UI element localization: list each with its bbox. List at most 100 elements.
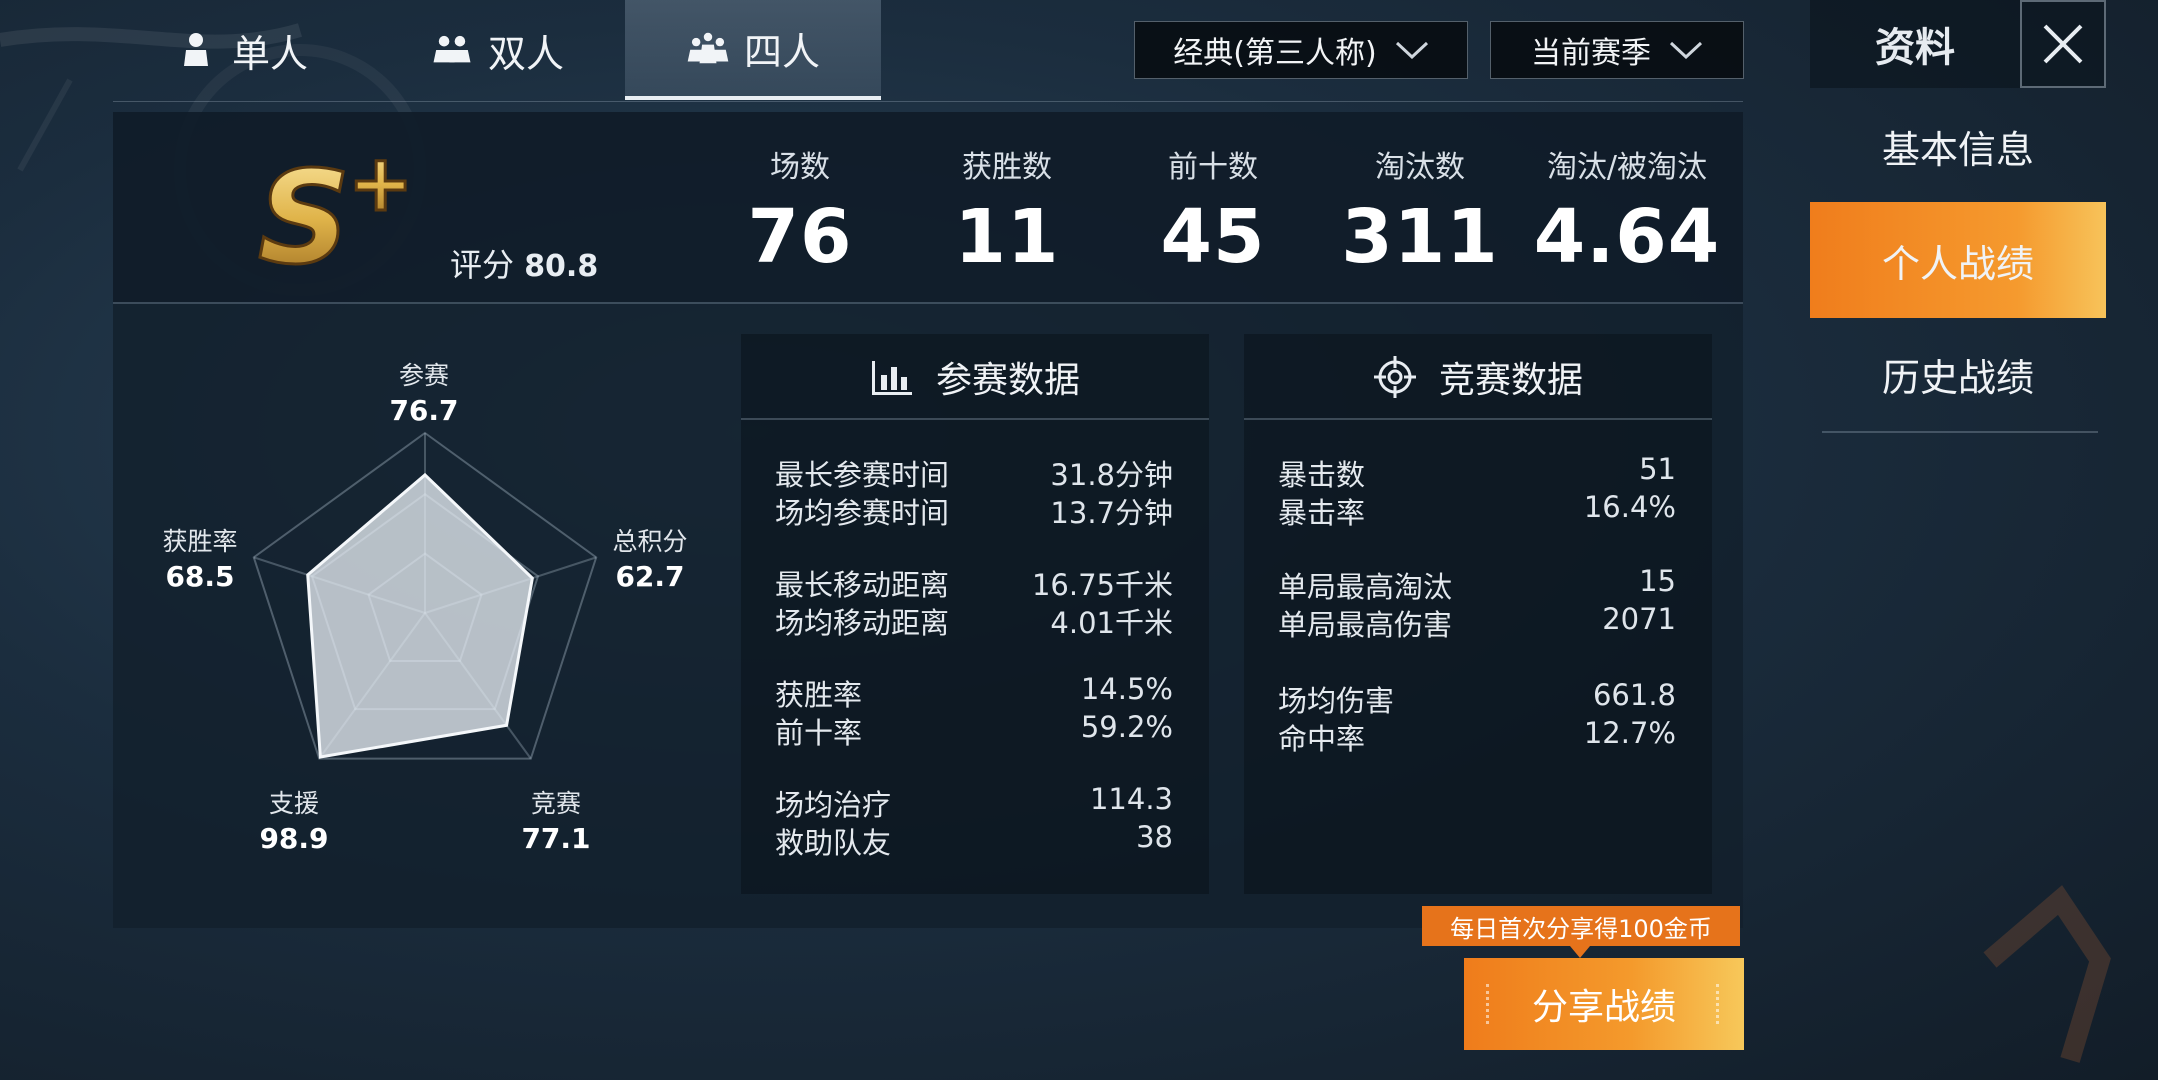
competition-title: 竞赛数据 [1438,360,1583,401]
radar-axis-value: 98.9 [259,822,329,855]
stat-wins: 获胜数 11 [897,142,1117,280]
data-label: 最长移动距离 [775,568,950,602]
tab-single[interactable]: 单人 [113,0,369,100]
tab-label: 单人 [231,31,308,76]
data-row: 场均伤害 661.8 [1278,678,1676,720]
data-label: 单局最高淘汰 [1278,570,1453,604]
data-value: 31.8分钟 [1050,458,1173,492]
data-label: 单局最高伤害 [1278,608,1453,642]
stat-value: 4.64 [1533,194,1721,280]
rank-badge-plus: + [348,140,413,229]
share-button-label: 分享战绩 [1531,987,1676,1028]
stat-value: 311 [1341,194,1499,280]
competition-data-box: 竞赛数据 暴击数 51 暴击率 16.4% 单局最高淘汰 15 单局最高伤害 2071 … [1244,334,1712,894]
tab-duo[interactable]: 双人 [369,0,625,100]
data-row: 获胜率 14.5% [775,672,1173,714]
data-row: 最长移动距离 16.75千米 [775,562,1173,604]
participation-divider [741,418,1209,420]
squad-icon [687,32,729,64]
data-row: 场均移动距离 4.01千米 [775,600,1173,642]
rank-badge-icon: S + [257,140,415,280]
data-label: 场均移动距离 [775,606,950,640]
radar-label-participation: 参赛 76.7 [354,356,494,427]
data-row: 最长参赛时间 31.8分钟 [775,452,1173,494]
radar-chart: 参赛 76.7 总积分 62.7 竞赛 77.1 支援 98.9 获胜率 68.… [140,340,700,860]
share-reward-tip: 每日首次分享得100金币 [1422,906,1740,946]
data-label: 获胜率 [775,678,863,712]
stat-value: 76 [747,194,853,280]
data-value: 12.7% [1583,716,1676,750]
sidebar-title: 资料 [1810,0,2020,88]
data-value: 15 [1639,564,1676,598]
duo-icon [433,35,471,63]
sidebar-item-basic-info[interactable]: 基本信息 [1810,88,2106,204]
tab-label: 双人 [487,31,564,76]
data-value: 51 [1639,452,1676,486]
stat-label: 前十数 [1168,150,1258,185]
data-value: 16.75千米 [1031,568,1173,602]
data-value: 38 [1136,820,1173,854]
radar-label-total-score: 总积分 62.7 [580,522,720,593]
data-value: 13.7分钟 [1050,496,1173,530]
data-row: 命中率 12.7% [1278,716,1676,758]
radar-label-competition: 竞赛 77.1 [486,784,626,855]
tab-squad[interactable]: 四人 [625,0,881,100]
rank-badge-letter: S [258,144,350,280]
data-value: 114.3 [1089,782,1173,816]
chevron-down-icon [1395,41,1428,59]
stat-top10: 前十数 45 [1103,142,1323,280]
grip-icon [1716,984,1722,1024]
data-value: 16.4% [1583,490,1676,524]
share-record-button[interactable]: 分享战绩 [1464,958,1744,1050]
radar-axis-name: 竞赛 [530,789,581,818]
data-row: 暴击数 51 [1278,452,1676,494]
competition-divider [1244,418,1712,420]
data-label: 最长参赛时间 [775,458,950,492]
tabs-divider [113,101,1743,102]
data-row: 单局最高淘汰 15 [1278,564,1676,606]
stat-label: 淘汰/被淘汰 [1546,150,1708,185]
radar-axis-name: 支援 [268,789,319,818]
participation-data-box: 参赛数据 最长参赛时间 31.8分钟 场均参赛时间 13.7分钟 最长移动距离 16.… [741,334,1209,894]
mode-dropdown[interactable]: 经典(第三人称) [1134,21,1468,79]
data-row: 场均治疗 114.3 [775,782,1173,824]
radar-axis-value: 77.1 [521,822,591,855]
data-label: 暴击率 [1278,496,1366,530]
radar-axis-name: 获胜率 [162,527,238,556]
data-label: 前十率 [775,716,863,750]
close-button[interactable] [2020,0,2106,88]
season-dropdown[interactable]: 当前赛季 [1490,21,1744,79]
stat-matches: 场数 76 [690,142,910,280]
data-label: 场均治疗 [775,788,892,822]
chevron-down-icon [1669,41,1703,59]
data-label: 场均参赛时间 [775,496,950,530]
data-label: 救助队友 [775,826,892,860]
radar-label-win-rate: 获胜率 68.5 [130,522,270,593]
data-row: 救助队友 38 [775,820,1173,862]
radar-axis-value: 68.5 [165,560,235,593]
data-value: 59.2% [1080,710,1173,744]
radar-axis-name: 总积分 [612,527,688,556]
sidebar-item-history-record[interactable]: 历史战绩 [1810,316,2106,432]
radar-label-support: 支援 98.9 [224,784,364,855]
radar-axis-name: 参赛 [398,361,449,390]
grip-icon [1486,984,1492,1024]
data-row: 前十率 59.2% [775,710,1173,752]
sidebar-divider [1822,431,2098,433]
mode-dropdown-value: 经典(第三人称) [1173,36,1377,71]
radar-value-shape [306,472,534,759]
sidebar-item-personal-record[interactable]: 个人战绩 [1810,202,2106,318]
season-dropdown-value: 当前赛季 [1531,36,1651,71]
data-value: 2071 [1602,602,1676,636]
radar-axis-value: 76.7 [389,394,459,427]
rating-label: 评分 [450,246,515,284]
data-row: 单局最高伤害 2071 [1278,602,1676,644]
data-row: 暴击率 16.4% [1278,490,1676,532]
stat-label: 获胜数 [962,150,1052,185]
data-value: 661.8 [1592,678,1676,712]
bar-chart-icon [871,361,912,395]
tab-label: 四人 [743,29,820,74]
stat-value: 11 [954,194,1060,280]
stat-value: 45 [1160,194,1266,280]
crosshair-icon [1373,356,1416,398]
